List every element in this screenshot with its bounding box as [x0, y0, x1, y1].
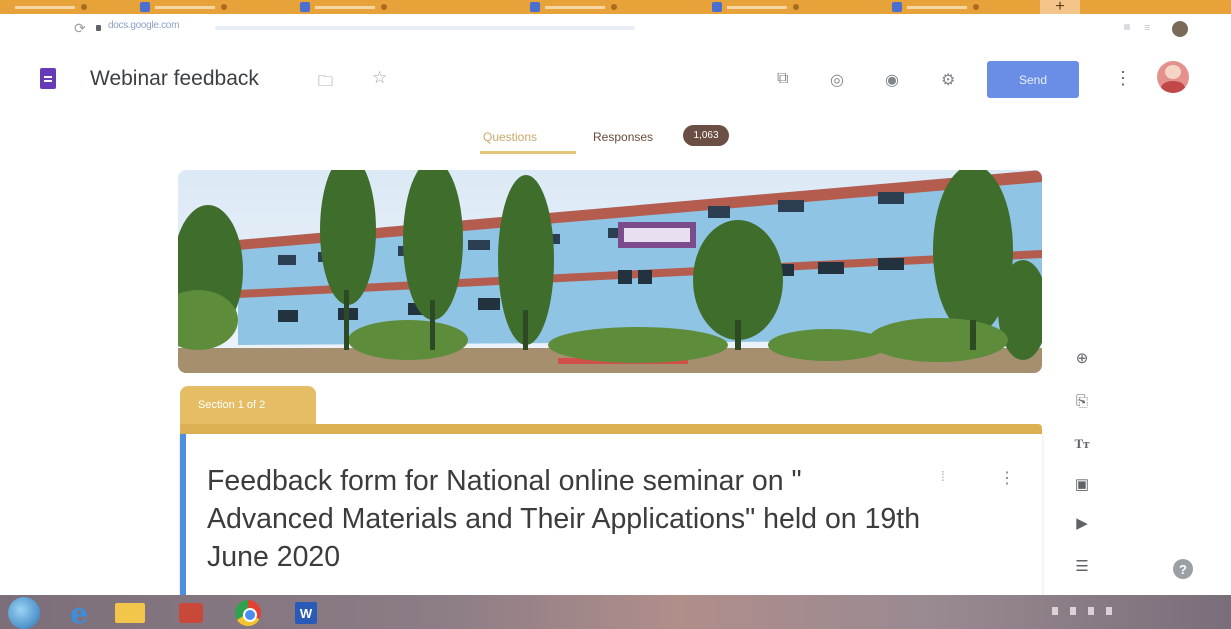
- folder-icon[interactable]: 🗀: [318, 71, 333, 96]
- internet-explorer-icon[interactable]: e: [64, 597, 94, 629]
- card-more-icon[interactable]: ⋮: [999, 468, 1015, 488]
- close-tab-icon[interactable]: [973, 4, 979, 10]
- network-icon[interactable]: [1088, 607, 1094, 615]
- browser-tab[interactable]: [712, 0, 799, 14]
- favicon-icon: [300, 2, 310, 12]
- browser-tab[interactable]: [10, 0, 87, 14]
- favicon-icon: [712, 2, 722, 12]
- browser-tab[interactable]: [140, 0, 227, 14]
- close-tab-icon[interactable]: [611, 4, 617, 10]
- browser-tab[interactable]: [892, 0, 979, 14]
- url-host[interactable]: docs.google.com: [108, 20, 179, 31]
- close-tab-icon[interactable]: [793, 4, 799, 10]
- avatar[interactable]: [1157, 61, 1189, 93]
- address-bar[interactable]: ⟳ docs.google.com ≡: [0, 14, 1231, 42]
- more-vert-icon[interactable]: ⋮: [1114, 68, 1132, 89]
- url-path[interactable]: [215, 26, 635, 30]
- lock-icon: [96, 25, 101, 31]
- new-tab-button[interactable]: +: [1040, 0, 1080, 14]
- word-icon[interactable]: W: [293, 599, 319, 627]
- star-icon[interactable]: ☆: [372, 68, 387, 88]
- form-title[interactable]: Feedback form for National online semina…: [207, 462, 922, 576]
- responses-count-badge: 1,063: [683, 125, 729, 146]
- browser-tab-strip: +: [0, 0, 1231, 14]
- close-tab-icon[interactable]: [81, 4, 87, 10]
- close-tab-icon[interactable]: [381, 4, 387, 10]
- add-image-icon[interactable]: ▣: [1071, 475, 1093, 493]
- browser-tab[interactable]: [300, 0, 387, 14]
- forms-logo-icon[interactable]: [40, 68, 56, 89]
- flag-icon[interactable]: [1070, 607, 1076, 615]
- system-tray[interactable]: [1052, 604, 1152, 618]
- favicon-icon: [530, 2, 540, 12]
- start-button[interactable]: [8, 597, 40, 629]
- add-question-icon[interactable]: ⊕: [1071, 349, 1093, 367]
- chrome-icon[interactable]: [232, 599, 264, 627]
- tab-responses[interactable]: Responses: [593, 130, 653, 144]
- bookmark-star-icon[interactable]: [1124, 24, 1130, 30]
- windows-taskbar: e W: [0, 595, 1231, 629]
- section-accent-bar: [180, 424, 1042, 434]
- import-questions-icon[interactable]: ⎘: [1071, 393, 1093, 410]
- collapse-icon[interactable]: ⁞: [941, 468, 945, 484]
- file-explorer-icon[interactable]: [113, 599, 147, 627]
- add-title-icon[interactable]: Tт: [1071, 436, 1093, 452]
- volume-icon[interactable]: [1106, 607, 1112, 615]
- favicon-icon: [892, 2, 902, 12]
- help-icon[interactable]: ?: [1173, 559, 1193, 579]
- active-tab-indicator: [480, 151, 576, 154]
- browser-profile-icon[interactable]: [1172, 21, 1188, 37]
- tab-questions[interactable]: Questions: [483, 130, 537, 144]
- browser-tab[interactable]: [530, 0, 617, 14]
- tray-arrow-icon[interactable]: [1052, 607, 1058, 615]
- section-label: Section 1 of 2: [198, 399, 266, 411]
- add-video-icon[interactable]: ▶: [1071, 514, 1093, 532]
- settings-icon[interactable]: ⚙: [941, 70, 955, 90]
- preview-icon[interactable]: ◉: [885, 70, 899, 90]
- reload-icon[interactable]: ⟳: [74, 20, 86, 37]
- form-name[interactable]: Webinar feedback: [90, 67, 259, 91]
- form-header-image: [178, 170, 1042, 373]
- close-tab-icon[interactable]: [221, 4, 227, 10]
- palette-icon[interactable]: ◎: [830, 70, 844, 90]
- add-section-icon[interactable]: ☰: [1071, 557, 1093, 575]
- media-player-icon[interactable]: [176, 599, 206, 627]
- extension-icon[interactable]: ≡: [1144, 22, 1150, 34]
- favicon-icon: [140, 2, 150, 12]
- addon-icon[interactable]: ⧉: [777, 70, 788, 88]
- send-button[interactable]: Send: [987, 61, 1079, 98]
